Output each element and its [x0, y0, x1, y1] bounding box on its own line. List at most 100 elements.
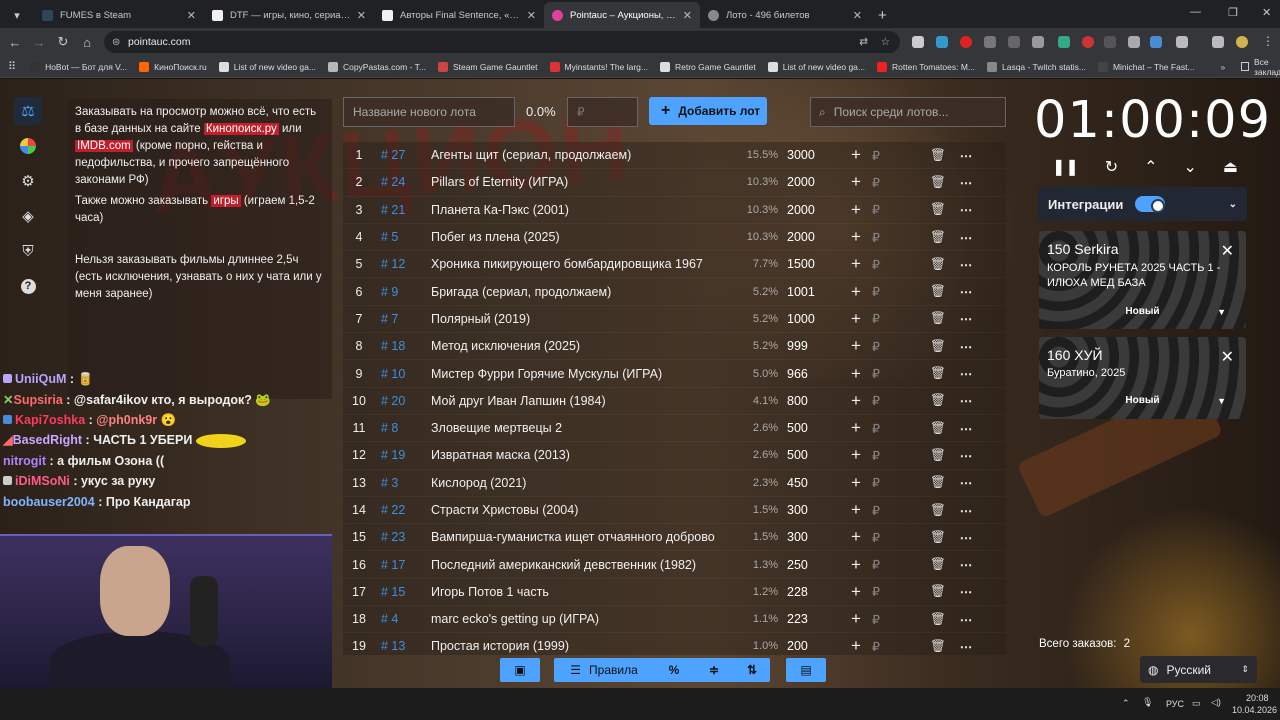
lot-amount[interactable]: 2000 [778, 175, 842, 189]
amount-input[interactable]: ₽ [870, 475, 924, 490]
lot-amount[interactable]: 300 [778, 503, 842, 517]
forward-icon[interactable]: → [27, 35, 51, 50]
lot-name[interactable]: Полярный (2019) [431, 312, 733, 326]
more-options-icon[interactable]: ⋯ [952, 584, 980, 599]
amount-input[interactable]: ₽ [870, 257, 924, 272]
delete-icon[interactable]: 🗑 [924, 421, 952, 436]
close-icon[interactable]: ✕ [683, 9, 692, 22]
lot-name[interactable]: Метод исключения (2025) [431, 339, 733, 353]
all-bookmarks[interactable]: Все закладки [1241, 57, 1280, 77]
more-options-icon[interactable]: ⋯ [952, 393, 980, 408]
window-close-icon[interactable]: ✕ [1262, 6, 1271, 19]
more-options-icon[interactable]: ⋯ [952, 339, 980, 354]
extension-icon[interactable] [1128, 36, 1140, 48]
shield-icon[interactable]: ⛨ [14, 237, 42, 265]
delete-icon[interactable]: 🗑 [924, 175, 952, 190]
amount-input[interactable]: ₽ [870, 503, 924, 518]
amount-input[interactable]: ₽ [870, 421, 924, 436]
bookmark-item[interactable]: Retro Game Gauntlet [659, 61, 756, 72]
lot-row[interactable]: 3 # 21 Планета Ка-Пэкс (2001) 10.3% 2000 + ₽ 🗑 ⋯ [343, 196, 1006, 224]
lot-name[interactable]: Страсти Христовы (2004) [431, 503, 733, 517]
lot-name[interactable]: Извратная маска (2013) [431, 448, 733, 462]
extension-icon[interactable] [1058, 36, 1070, 48]
amount-input[interactable]: ₽ [870, 557, 924, 572]
lot-row[interactable]: 2 # 24 Pillars of Eternity (ИГРА) 10.3% 2000… [343, 169, 1006, 197]
lot-row[interactable]: 12 # 19 Извратная маска (2013) 2.6% 500 + ₽ 🗑 ⋯ [343, 442, 1006, 470]
delete-icon[interactable]: 🗑 [924, 448, 952, 463]
delete-icon[interactable]: 🗑 [924, 475, 952, 490]
add-amount-icon[interactable]: + [842, 527, 870, 547]
site-info-icon[interactable]: ⊜ [112, 37, 120, 48]
more-options-icon[interactable]: ⋯ [952, 202, 980, 217]
tab-dtf[interactable]: DTF — игры, кино, сериалы, р ✕ [204, 2, 374, 28]
more-options-icon[interactable]: ⋯ [952, 284, 980, 299]
reload-icon[interactable]: ↻ [51, 34, 75, 50]
more-options-icon[interactable]: ⋯ [952, 257, 980, 272]
more-options-icon[interactable]: ⋯ [952, 612, 980, 627]
bookmark-item[interactable]: CopyPastas.com - T... [327, 61, 426, 72]
bookmark-star-icon[interactable]: ☆ [881, 36, 890, 48]
lot-name[interactable]: Кислород (2021) [431, 476, 733, 490]
lot-row[interactable]: 7 # 7 Полярный (2019) 5.2% 1000 + ₽ 🗑 ⋯ [343, 305, 1006, 334]
add-amount-icon[interactable]: + [842, 609, 870, 629]
close-icon[interactable]: ✕ [187, 9, 196, 22]
order-status[interactable]: Новый [1039, 306, 1246, 317]
lot-name[interactable]: Хроника пикирующего бомбардировщика 1967 [431, 257, 733, 271]
delete-icon[interactable]: 🗑 [924, 366, 952, 381]
order-card[interactable]: 160 ХУЙ Буратино, 2025 ✕ Новый ▼ [1039, 337, 1246, 419]
more-options-icon[interactable]: ⋯ [952, 311, 980, 326]
lot-name[interactable]: Агенты щит (сериал, продолжаем) [431, 148, 733, 162]
lot-name[interactable]: Планета Ка-Пэкс (2001) [431, 203, 733, 217]
reset-icon[interactable]: ↻ [1105, 157, 1118, 179]
add-amount-icon[interactable]: + [842, 309, 870, 329]
layers-icon[interactable]: ◈ [14, 202, 42, 230]
more-options-icon[interactable]: ⋯ [952, 557, 980, 572]
lot-row[interactable]: 1 # 27 Агенты щит (сериал, продолжаем) 15.5… [343, 142, 1006, 170]
tray-expand-icon[interactable]: ⌃ [1122, 698, 1130, 709]
tab-search-icon[interactable]: ▾ [0, 2, 34, 28]
lot-amount[interactable]: 300 [778, 530, 842, 544]
amount-input[interactable]: ₽ [870, 393, 924, 408]
lot-amount[interactable]: 999 [778, 339, 842, 353]
more-options-icon[interactable]: ⋯ [952, 421, 980, 436]
add-amount-icon[interactable]: + [842, 391, 870, 411]
extension-icon[interactable] [1032, 36, 1044, 48]
url-bar[interactable]: ⊜ pointauc.com ⇄ ☆ [104, 31, 900, 53]
lot-amount[interactable]: 200 [778, 639, 842, 653]
menu-dots-icon[interactable]: ⋮ [1262, 34, 1274, 48]
add-amount-icon[interactable]: + [842, 336, 870, 356]
tab-loto[interactable]: Лото - 496 билетов ✕ [700, 2, 870, 28]
lot-amount[interactable]: 1001 [778, 285, 842, 299]
lot-row[interactable]: 11 # 8 Зловещие мертвецы 2 2.6% 500 + ₽ 🗑 ⋯ [343, 414, 1006, 443]
new-lot-name-input[interactable]: Название нового лота [343, 97, 515, 127]
add-amount-icon[interactable]: + [842, 636, 870, 655]
lot-row[interactable]: 8 # 18 Метод исключения (2025) 5.2% 999 + ₽ 🗑 ⋯ [343, 333, 1006, 361]
lot-name[interactable]: Pillars of Eternity (ИГРА) [431, 175, 733, 189]
bookmark-item[interactable]: HoBot — Бот для V... [30, 61, 127, 72]
more-options-icon[interactable]: ⋯ [952, 448, 980, 463]
lot-row[interactable]: 14 # 22 Страсти Христовы (2004) 1.5% 300 + ₽ 🗑 ⋯ [343, 496, 1006, 525]
add-amount-icon[interactable]: + [842, 500, 870, 520]
amount-input[interactable]: ₽ [870, 584, 924, 599]
extension-icon[interactable] [1008, 36, 1020, 48]
more-options-icon[interactable]: ⋯ [952, 503, 980, 518]
add-amount-icon[interactable]: + [842, 364, 870, 384]
amount-input[interactable]: ₽ [870, 230, 924, 245]
lot-row[interactable]: 6 # 9 Бригада (сериал, продолжаем) 5.2% 1001… [343, 278, 1006, 306]
bookmark-item[interactable]: Rotten Tomatoes: M... [877, 61, 975, 72]
volume-icon[interactable]: ◁) [1211, 697, 1221, 708]
close-icon[interactable]: ✕ [527, 9, 536, 22]
add-amount-icon[interactable]: + [842, 445, 870, 465]
lot-row[interactable]: 18 # 4 marc ecko's getting up (ИГРА) 1.1% 22… [343, 606, 1006, 634]
order-card[interactable]: 150 Serkira КОРОЛЬ РУНЕТА 2025 ЧАСТЬ 1 -… [1039, 231, 1246, 329]
integrations-toggle[interactable] [1135, 196, 1166, 213]
extension-icon[interactable] [1082, 36, 1094, 48]
apps-icon[interactable]: ⠿ [8, 60, 16, 73]
more-options-icon[interactable]: ⋯ [952, 230, 980, 245]
profile-avatar[interactable] [1236, 36, 1248, 48]
delete-icon[interactable]: 🗑 [924, 639, 952, 654]
order-status[interactable]: Новый [1039, 395, 1246, 406]
delete-icon[interactable]: 🗑 [924, 503, 952, 518]
more-options-icon[interactable]: ⋯ [952, 175, 980, 190]
tab-pointauc[interactable]: Pointauc – Аукционы, лотере ✕ [544, 2, 700, 28]
